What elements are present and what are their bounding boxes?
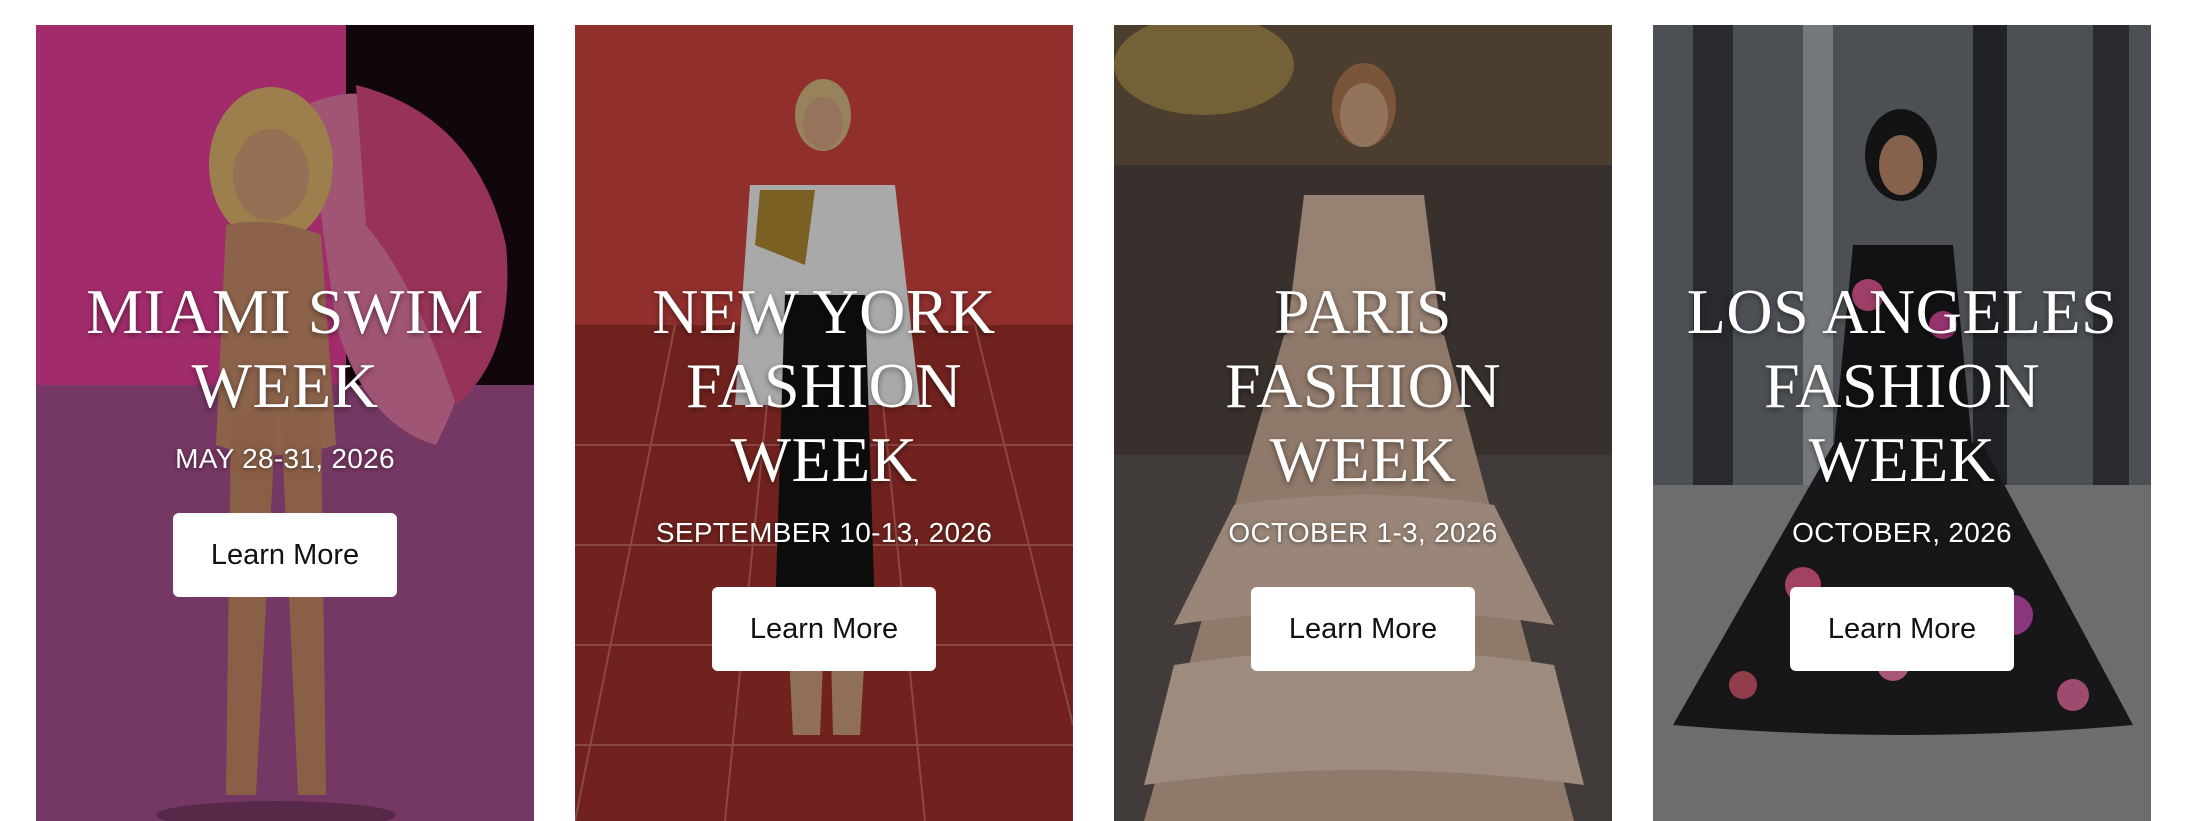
learn-more-button[interactable]: Learn More bbox=[1251, 587, 1475, 671]
event-date: OCTOBER 1-3, 2026 bbox=[1228, 517, 1498, 548]
learn-more-button[interactable]: Learn More bbox=[712, 587, 936, 671]
event-card-content: LOS ANGELES FASHION WEEK OCTOBER, 2026 L… bbox=[1653, 275, 2151, 671]
event-title: MIAMI SWIM WEEK bbox=[86, 276, 484, 421]
learn-more-button[interactable]: Learn More bbox=[1790, 587, 2014, 671]
event-card-los-angeles-fashion-week[interactable]: LOS ANGELES FASHION WEEK OCTOBER, 2026 L… bbox=[1653, 25, 2151, 821]
event-date: SEPTEMBER 10-13, 2026 bbox=[655, 517, 993, 548]
event-card-content: MIAMI SWIM WEEK MAY 28-31, 2026 Learn Mo… bbox=[36, 275, 534, 597]
event-card-paris-fashion-week[interactable]: PARIS FASHION WEEK OCTOBER 1-3, 2026 Lea… bbox=[1114, 25, 1612, 821]
event-title: LOS ANGELES FASHION WEEK bbox=[1686, 276, 2118, 495]
event-card-content: NEW YORK FASHION WEEK SEPTEMBER 10-13, 2… bbox=[575, 275, 1073, 671]
event-card-miami-swim-week[interactable]: MIAMI SWIM WEEK MAY 28-31, 2026 Learn Mo… bbox=[36, 25, 534, 821]
learn-more-button[interactable]: Learn More bbox=[173, 513, 397, 597]
event-date: OCTOBER, 2026 bbox=[1792, 517, 2012, 548]
event-date: MAY 28-31, 2026 bbox=[175, 443, 395, 474]
event-card-new-york-fashion-week[interactable]: NEW YORK FASHION WEEK SEPTEMBER 10-13, 2… bbox=[575, 25, 1073, 821]
event-card-grid: MIAMI SWIM WEEK MAY 28-31, 2026 Learn Mo… bbox=[36, 25, 2151, 821]
event-title: PARIS FASHION WEEK bbox=[1224, 276, 1502, 495]
event-title: NEW YORK FASHION WEEK bbox=[652, 276, 996, 495]
event-card-content: PARIS FASHION WEEK OCTOBER 1-3, 2026 Lea… bbox=[1114, 275, 1612, 671]
